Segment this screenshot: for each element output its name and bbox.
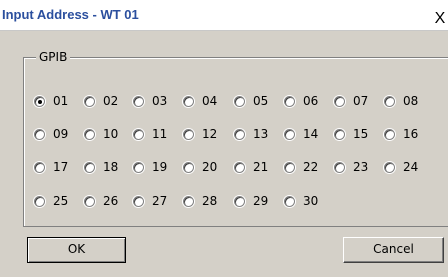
window-title: Input Address - WT 01 <box>2 7 139 22</box>
gpib-address-option-01[interactable]: 01 <box>34 94 68 108</box>
radio-button-icon[interactable] <box>384 95 395 107</box>
radio-option-label: 23 <box>353 160 369 174</box>
gpib-address-option-22[interactable]: 22 <box>284 160 318 174</box>
gpib-address-option-03[interactable]: 03 <box>133 94 167 108</box>
radio-button-icon[interactable] <box>34 128 45 140</box>
radio-option-label: 21 <box>253 160 269 174</box>
radio-button-icon[interactable] <box>234 195 245 207</box>
gpib-address-option-30[interactable]: 30 <box>284 194 318 208</box>
radio-button-icon[interactable] <box>284 95 295 107</box>
gpib-address-option-05[interactable]: 05 <box>234 94 268 108</box>
radio-option-label: 19 <box>152 160 168 174</box>
gpib-group-label: GPIB <box>36 50 71 64</box>
radio-button-icon[interactable] <box>284 128 295 140</box>
gpib-address-option-16[interactable]: 16 <box>384 127 418 141</box>
gpib-address-option-20[interactable]: 20 <box>183 160 217 174</box>
radio-button-icon[interactable] <box>84 161 95 173</box>
gpib-address-option-17[interactable]: 17 <box>34 160 68 174</box>
gpib-address-option-07[interactable]: 07 <box>334 94 368 108</box>
input-address-dialog: Input Address - WT 01 X GPIB 01 02 03 04 05 0… <box>0 0 448 277</box>
radio-option-label: 18 <box>103 160 119 174</box>
radio-button-icon[interactable] <box>183 161 194 173</box>
gpib-address-option-11[interactable]: 11 <box>133 127 167 141</box>
radio-button-icon[interactable] <box>334 95 345 107</box>
radio-option-label: 20 <box>202 160 218 174</box>
radio-option-label: 10 <box>103 127 119 141</box>
ok-button[interactable]: OK <box>27 237 126 263</box>
radio-button-icon[interactable] <box>234 128 245 140</box>
radio-button-icon[interactable] <box>284 195 295 207</box>
radio-button-icon[interactable] <box>84 128 95 140</box>
radio-button-icon[interactable] <box>183 195 194 207</box>
gpib-address-option-08[interactable]: 08 <box>384 94 418 108</box>
radio-button-icon[interactable] <box>334 161 345 173</box>
close-icon[interactable]: X <box>432 11 448 27</box>
gpib-address-option-12[interactable]: 12 <box>183 127 217 141</box>
radio-option-label: 06 <box>303 94 319 108</box>
radio-option-label: 30 <box>303 194 319 208</box>
radio-option-label: 13 <box>253 127 269 141</box>
radio-option-label: 01 <box>53 94 69 108</box>
gpib-address-option-02[interactable]: 02 <box>84 94 118 108</box>
radio-option-label: 05 <box>253 94 269 108</box>
radio-option-label: 08 <box>403 94 419 108</box>
radio-option-label: 04 <box>202 94 218 108</box>
radio-button-icon[interactable] <box>133 95 144 107</box>
radio-button-icon[interactable] <box>183 95 194 107</box>
radio-button-icon[interactable] <box>133 128 144 140</box>
gpib-address-option-19[interactable]: 19 <box>133 160 167 174</box>
radio-option-label: 16 <box>403 127 419 141</box>
gpib-address-option-18[interactable]: 18 <box>84 160 118 174</box>
radio-button-icon[interactable] <box>133 161 144 173</box>
radio-option-label: 14 <box>303 127 319 141</box>
radio-button-icon[interactable] <box>334 128 345 140</box>
gpib-address-option-13[interactable]: 13 <box>234 127 268 141</box>
radio-button-icon[interactable] <box>34 95 45 107</box>
gpib-address-option-14[interactable]: 14 <box>284 127 318 141</box>
gpib-address-option-27[interactable]: 27 <box>133 194 167 208</box>
radio-button-icon[interactable] <box>34 161 45 173</box>
radio-button-icon[interactable] <box>133 195 144 207</box>
radio-button-icon[interactable] <box>234 95 245 107</box>
radio-option-label: 07 <box>353 94 369 108</box>
gpib-address-option-26[interactable]: 26 <box>84 194 118 208</box>
radio-option-label: 29 <box>253 194 269 208</box>
gpib-address-option-06[interactable]: 06 <box>284 94 318 108</box>
radio-button-icon[interactable] <box>84 95 95 107</box>
gpib-address-option-28[interactable]: 28 <box>183 194 217 208</box>
radio-button-icon[interactable] <box>284 161 295 173</box>
gpib-address-option-24[interactable]: 24 <box>384 160 418 174</box>
radio-button-icon[interactable] <box>234 161 245 173</box>
cancel-button[interactable]: Cancel <box>343 237 444 263</box>
radio-button-icon[interactable] <box>384 161 395 173</box>
radio-option-label: 02 <box>103 94 119 108</box>
radio-button-icon[interactable] <box>84 195 95 207</box>
radio-option-label: 11 <box>152 127 168 141</box>
radio-option-label: 15 <box>353 127 369 141</box>
radio-button-icon[interactable] <box>384 128 395 140</box>
gpib-address-option-25[interactable]: 25 <box>34 194 68 208</box>
gpib-address-option-15[interactable]: 15 <box>334 127 368 141</box>
radio-option-label: 27 <box>152 194 168 208</box>
radio-option-label: 28 <box>202 194 218 208</box>
gpib-address-option-21[interactable]: 21 <box>234 160 268 174</box>
gpib-address-option-10[interactable]: 10 <box>84 127 118 141</box>
radio-option-label: 24 <box>403 160 419 174</box>
title-bar[interactable]: Input Address - WT 01 X <box>0 0 448 31</box>
radio-option-label: 25 <box>53 194 69 208</box>
radio-button-icon[interactable] <box>34 195 45 207</box>
gpib-address-option-04[interactable]: 04 <box>183 94 217 108</box>
radio-button-icon[interactable] <box>183 128 194 140</box>
gpib-address-option-29[interactable]: 29 <box>234 194 268 208</box>
radio-option-label: 17 <box>53 160 69 174</box>
radio-option-label: 26 <box>103 194 119 208</box>
radio-option-label: 03 <box>152 94 168 108</box>
gpib-address-option-09[interactable]: 09 <box>34 127 68 141</box>
radio-option-label: 22 <box>303 160 319 174</box>
gpib-address-option-23[interactable]: 23 <box>334 160 368 174</box>
radio-option-label: 12 <box>202 127 218 141</box>
radio-option-label: 09 <box>53 127 69 141</box>
